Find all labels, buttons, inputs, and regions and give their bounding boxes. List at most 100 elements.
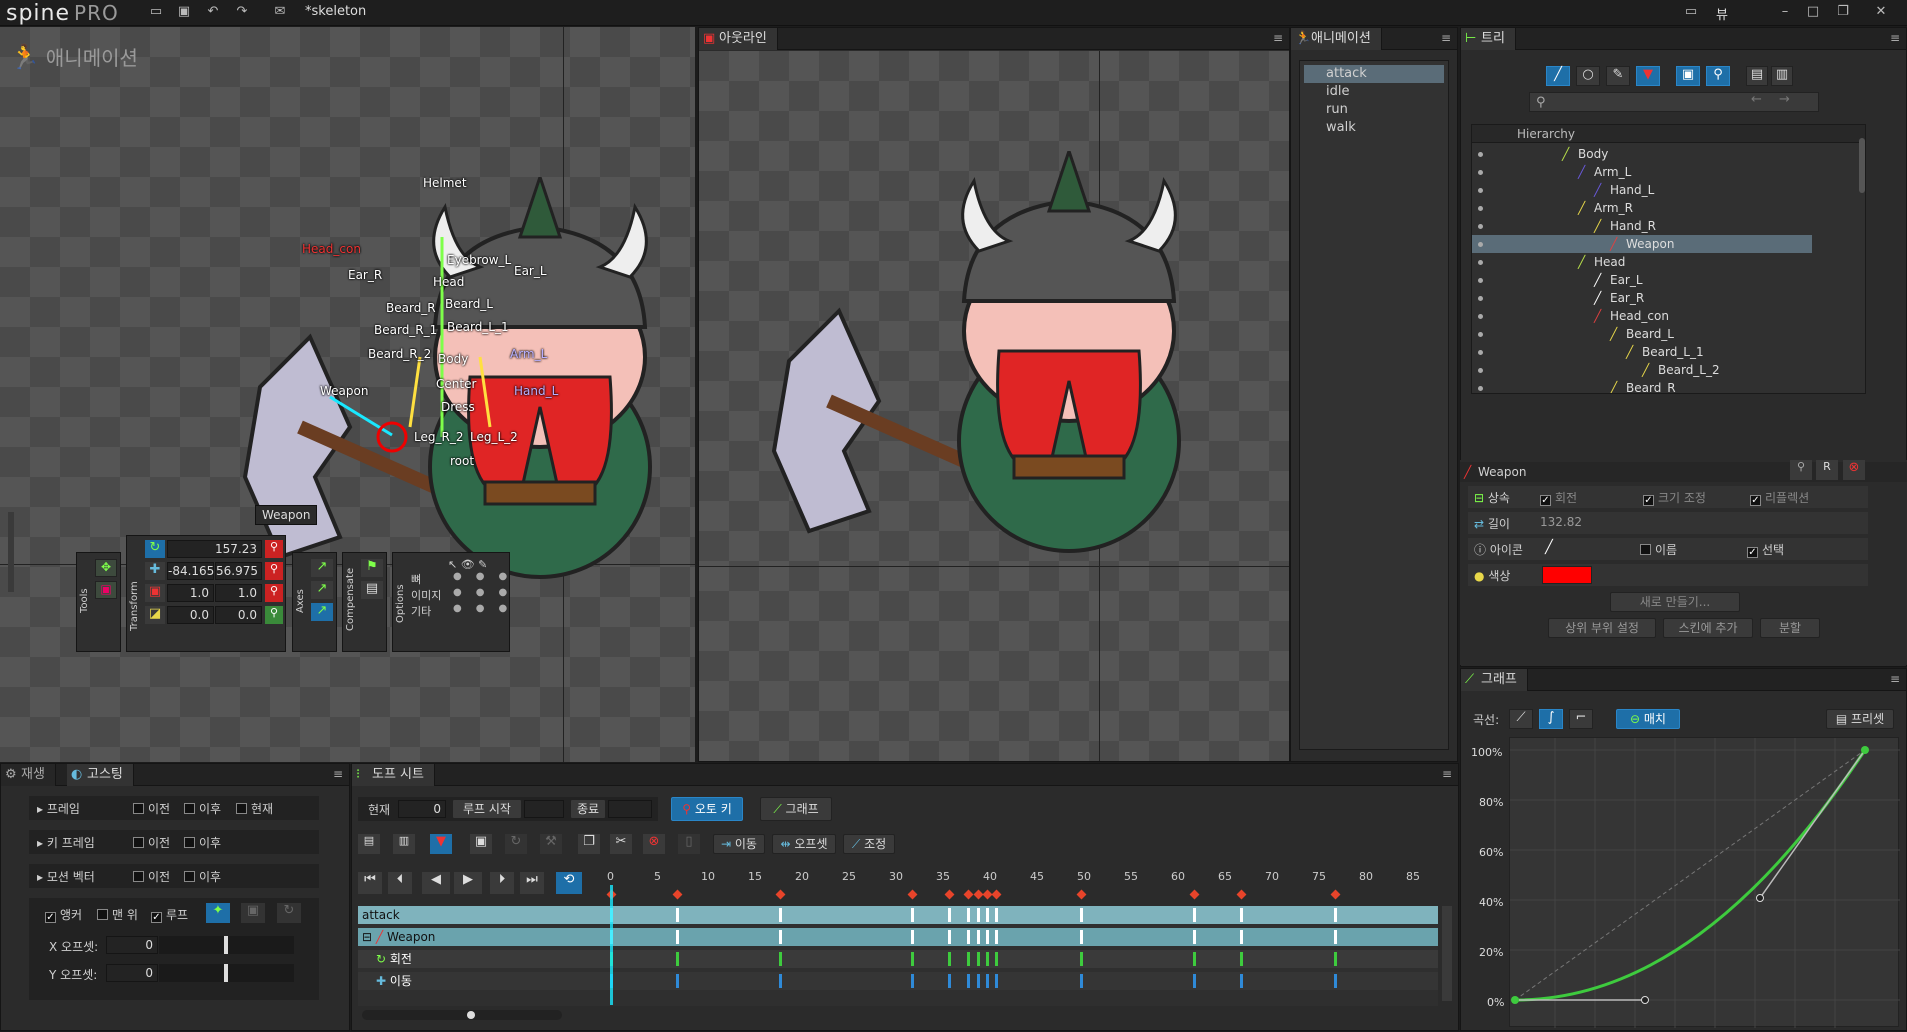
keyframe[interactable] xyxy=(1239,974,1243,988)
menu-icon[interactable]: ≡ xyxy=(1273,31,1283,45)
visibility-dot-icon[interactable] xyxy=(1478,314,1483,319)
keyframe[interactable] xyxy=(986,930,989,944)
x-offset-slider[interactable] xyxy=(159,936,294,954)
visibility-dot-icon[interactable] xyxy=(1478,188,1483,193)
axes-parent-icon[interactable]: ↗ xyxy=(311,581,333,599)
menu-icon[interactable]: ≡ xyxy=(1890,31,1900,45)
properties-icon-1[interactable]: ⚲ xyxy=(1790,460,1812,480)
end-button[interactable]: 종료 xyxy=(570,799,606,819)
tree-item[interactable]: ╱ Arm_L xyxy=(1472,163,1812,181)
bone-beard-l[interactable]: Beard_L xyxy=(445,297,493,311)
keyframe[interactable] xyxy=(1333,974,1337,988)
tree-item[interactable]: ╱ Ear_L xyxy=(1472,271,1812,289)
tree-item[interactable]: ╱ Hand_L xyxy=(1472,181,1812,199)
tree-scrollbar[interactable] xyxy=(1859,138,1865,193)
keyframe[interactable] xyxy=(1080,974,1083,988)
anchor-check[interactable]: ✓ 앵커 xyxy=(45,906,82,923)
redo-icon[interactable]: ↷ xyxy=(234,5,250,19)
keyframe[interactable] xyxy=(1080,908,1083,922)
visibility-dot-icon[interactable] xyxy=(1478,332,1483,337)
timeline-scrollbar[interactable] xyxy=(1442,906,1452,1001)
bone-color-swatch[interactable] xyxy=(1542,566,1592,584)
shear-key-icon[interactable]: ⚲ xyxy=(265,606,283,624)
bone-leg-r-2[interactable]: Leg_R_2 xyxy=(414,430,463,444)
split-button[interactable]: 분할 xyxy=(1760,618,1820,638)
bone-head[interactable]: Head xyxy=(433,275,464,289)
keyframe[interactable] xyxy=(1333,952,1337,966)
loop-playback-icon[interactable]: ⟲ xyxy=(556,872,582,894)
compensate-bone-icon[interactable]: ⚑ xyxy=(361,559,383,577)
undo-icon[interactable]: ↶ xyxy=(205,5,221,19)
translate-icon[interactable]: ✚ xyxy=(145,562,165,580)
keyframe[interactable] xyxy=(967,952,971,966)
loop-start-button[interactable]: 루프 시작 xyxy=(452,799,522,819)
axes-world-icon[interactable]: ↗ xyxy=(311,603,333,621)
next-icon[interactable]: → xyxy=(1779,92,1790,107)
timeline-ruler[interactable]: 0 5 10 15 20 25 30 35 40 45 50 55 60 65 70 75 80 85 xyxy=(600,868,1451,896)
last-frame-icon[interactable]: ⏭ xyxy=(520,872,544,894)
pen-icon[interactable]: ✎ xyxy=(1606,66,1630,86)
scale-key-icon[interactable]: ⚲ xyxy=(265,584,283,602)
rotate-key-icon[interactable]: ⚲ xyxy=(265,540,283,558)
tab-outline[interactable]: ▣ 아웃라인 xyxy=(699,28,778,50)
x-offset-field[interactable]: 0 xyxy=(106,936,158,954)
search-settings-icon[interactable]: ⚲ xyxy=(1706,66,1730,86)
visibility-dot-icon[interactable] xyxy=(1478,278,1483,283)
menu-icon[interactable]: ≡ xyxy=(1442,767,1452,781)
playhead[interactable] xyxy=(610,885,613,1005)
current-frame-field[interactable]: 0 xyxy=(398,800,446,818)
tab-animations[interactable]: 🏃 애니메이션 xyxy=(1291,28,1382,50)
keyframe[interactable] xyxy=(948,908,952,922)
ghost-tool-icon[interactable]: ✦ xyxy=(206,903,230,923)
ghost-motion-prev-check[interactable]: 이전 xyxy=(133,868,170,885)
visibility-dot-icon[interactable] xyxy=(1478,170,1483,175)
collapse-icon[interactable]: ▤ xyxy=(1746,66,1768,86)
animation-item[interactable]: attack xyxy=(1304,65,1444,83)
menu-icon[interactable]: ≡ xyxy=(333,767,343,781)
bone-eyebrow-l[interactable]: Eyebrow_L xyxy=(447,253,511,267)
match-button[interactable]: ⊖ 매치 xyxy=(1616,709,1680,729)
visibility-dot-icon[interactable] xyxy=(1478,260,1483,265)
visibility-dot-icon[interactable] xyxy=(1478,224,1483,229)
keyframe[interactable] xyxy=(675,974,679,988)
tree-item[interactable]: ╱ Beard_L_1 xyxy=(1472,343,1812,361)
shear-x-field[interactable]: 0.0 xyxy=(167,606,214,624)
first-frame-icon[interactable]: ⏮ xyxy=(358,872,382,894)
expand-icon[interactable]: ▥ xyxy=(1771,66,1793,86)
tree-item[interactable]: ╱ Body xyxy=(1472,145,1812,163)
keyframe[interactable] xyxy=(675,908,679,922)
bone-leg-l-2[interactable]: Leg_L_2 xyxy=(470,430,518,444)
add-skin-button[interactable]: 스킨에 추가 xyxy=(1663,618,1753,638)
play-icon[interactable]: ▶ xyxy=(454,872,482,894)
tab-playback[interactable]: ⚙ 재생 xyxy=(1,764,56,786)
keyframe[interactable] xyxy=(948,930,952,944)
track-rotate[interactable]: ↻ 회전 xyxy=(358,950,1438,968)
bone-beard-r-2[interactable]: Beard_R_2 xyxy=(368,347,431,361)
keyframe[interactable] xyxy=(1239,908,1243,922)
options-dots[interactable]: ●●● xyxy=(453,571,521,582)
collapse-all-icon[interactable]: ▤ xyxy=(358,834,380,854)
visibility-dot-icon[interactable] xyxy=(1478,152,1483,157)
filter-keys-icon[interactable]: ▼ xyxy=(430,834,452,854)
keyframe[interactable] xyxy=(948,974,952,988)
keyframe[interactable] xyxy=(967,974,971,988)
bone-dress[interactable]: Dress xyxy=(441,400,475,414)
tree-item[interactable]: ╱ Head_con xyxy=(1472,307,1812,325)
bone-helmet[interactable]: Helmet xyxy=(423,176,467,190)
scale-x-field[interactable]: 1.0 xyxy=(167,584,214,602)
visibility-dot-icon[interactable] xyxy=(1478,350,1483,355)
track-translate[interactable]: ✚ 이동 xyxy=(358,972,1438,990)
tree-item[interactable]: ╱ Weapon xyxy=(1472,235,1812,253)
keyframe[interactable] xyxy=(967,908,971,922)
ghost-frame-current-check[interactable]: 현재 xyxy=(236,800,273,817)
cut-icon[interactable]: ✂ xyxy=(610,834,632,854)
open-folder-icon[interactable]: ▭ xyxy=(148,5,164,19)
frame-icon[interactable]: ▣ xyxy=(1676,66,1700,86)
bone-ear-r[interactable]: Ear_R xyxy=(348,268,382,282)
rotate-icon[interactable]: ↻ xyxy=(145,540,165,558)
maximize-icon[interactable]: □ xyxy=(1805,5,1821,19)
ghost-frame-prev-check[interactable]: 이전 xyxy=(133,800,170,817)
tree-search-input[interactable]: ⚲ xyxy=(1529,92,1819,112)
visibility-dot-icon[interactable] xyxy=(1478,386,1483,391)
tab-dopesheet[interactable]: ⁝ 도프 시트 xyxy=(352,764,435,786)
